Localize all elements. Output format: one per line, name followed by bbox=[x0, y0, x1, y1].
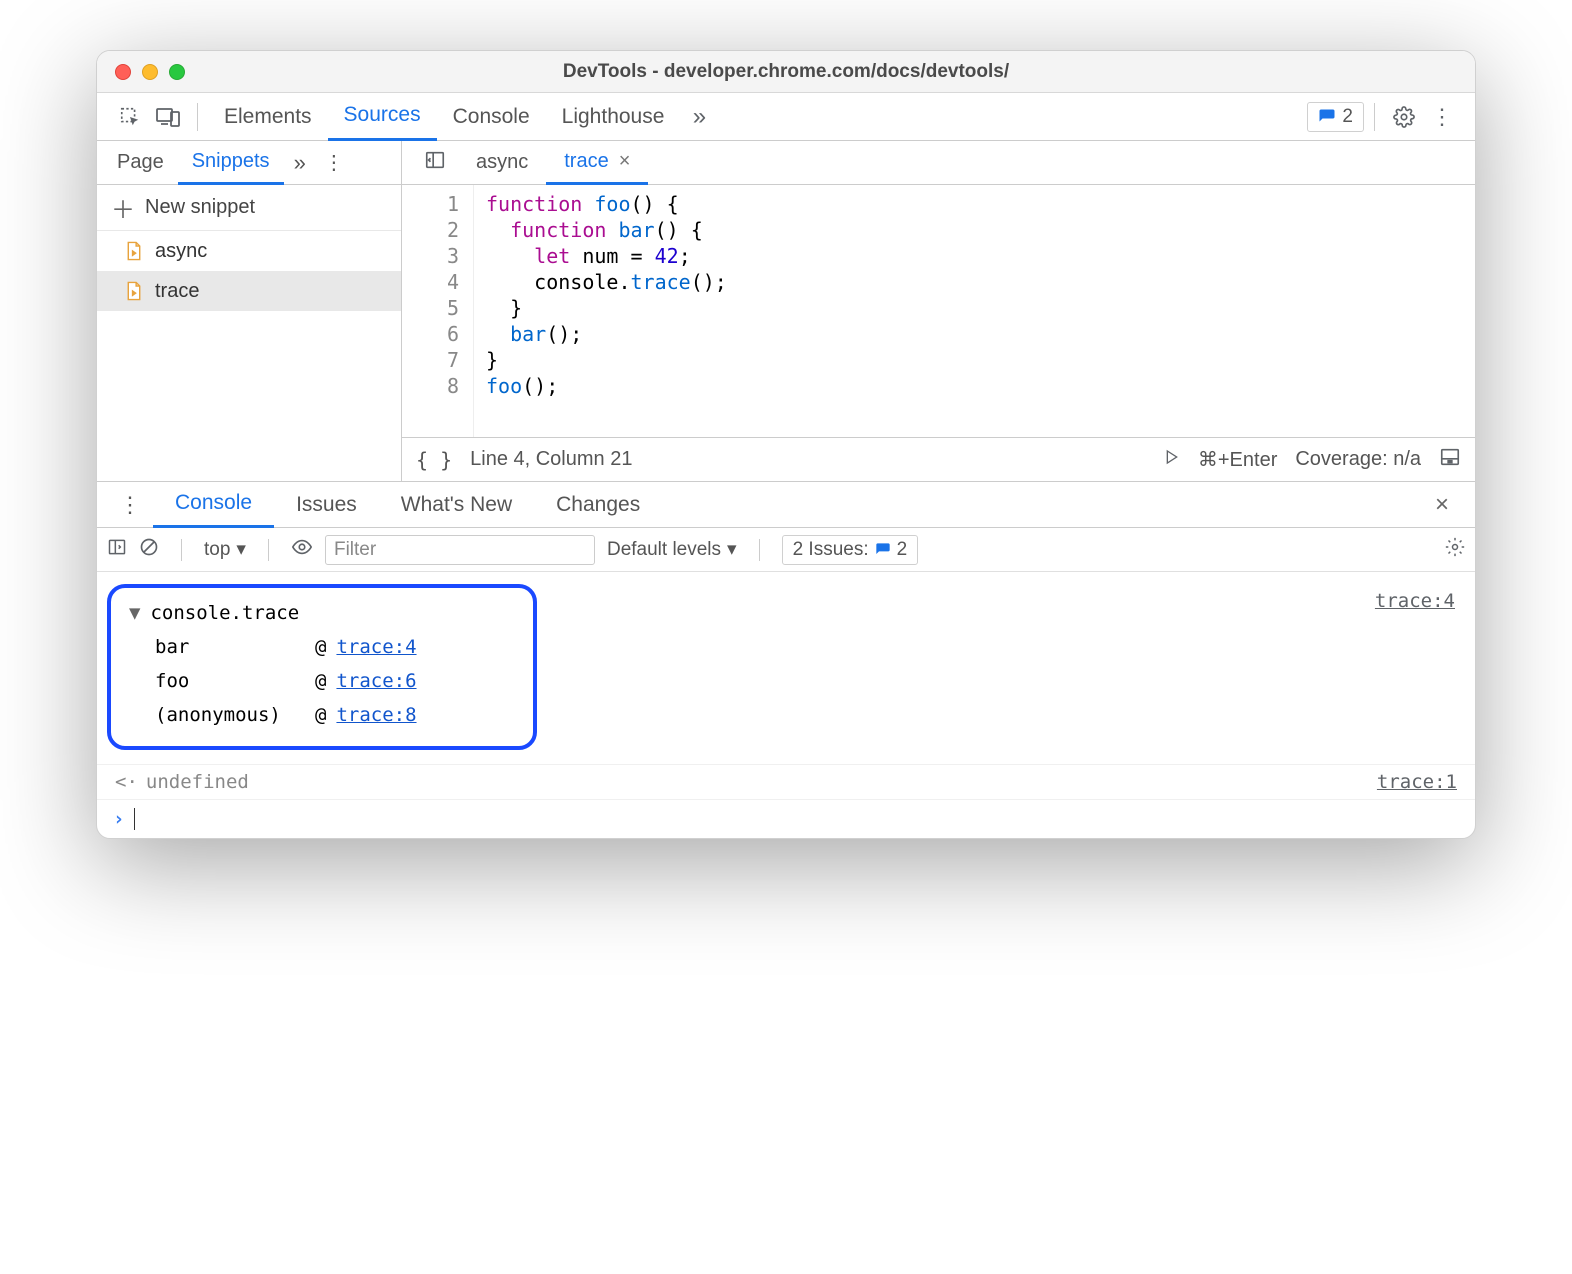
tab-elements[interactable]: Elements bbox=[208, 93, 328, 141]
clear-console-icon[interactable] bbox=[139, 537, 159, 563]
editor-tab[interactable]: async bbox=[458, 141, 546, 185]
snippet-file-icon bbox=[125, 281, 143, 301]
stack-source-link[interactable]: trace:4 bbox=[336, 636, 416, 658]
cursor bbox=[134, 808, 135, 830]
live-expression-icon[interactable] bbox=[291, 536, 313, 564]
caret-down-icon: ▾ bbox=[236, 538, 246, 561]
close-drawer-icon[interactable]: × bbox=[1419, 491, 1465, 519]
kebab-menu-icon[interactable]: ⋮ bbox=[1423, 104, 1461, 130]
prompt-chevron-icon: › bbox=[113, 808, 124, 830]
file-name: async bbox=[155, 240, 207, 263]
drawer: ⋮ Console Issues What's New Changes × to… bbox=[97, 481, 1475, 838]
stack-frame: (anonymous)@ trace:8 bbox=[129, 698, 515, 732]
coverage-label: Coverage: n/a bbox=[1295, 448, 1421, 471]
more-tabs-icon[interactable]: » bbox=[680, 103, 718, 131]
snippet-file-icon bbox=[125, 241, 143, 261]
new-snippet-button[interactable]: ＋ New snippet bbox=[97, 185, 401, 231]
drawer-tab-issues[interactable]: Issues bbox=[274, 482, 379, 528]
sidebar-kebab-icon[interactable]: ⋮ bbox=[316, 150, 352, 175]
close-tab-icon[interactable]: × bbox=[619, 150, 631, 173]
log-levels-selector[interactable]: Default levels ▾ bbox=[607, 538, 737, 561]
caret-down-icon: ▾ bbox=[727, 538, 737, 561]
stack-source-link[interactable]: trace:8 bbox=[336, 704, 416, 726]
tab-sources[interactable]: Sources bbox=[328, 93, 437, 141]
editor-tab[interactable]: trace × bbox=[546, 141, 648, 185]
issues-badge[interactable]: 2 bbox=[1307, 102, 1364, 132]
editor-panel: async trace × 12345678 function foo() { fu… bbox=[402, 141, 1475, 481]
tab-label: async bbox=[476, 151, 528, 174]
stack-fn: bar bbox=[155, 636, 305, 658]
code-body[interactable]: function foo() { function bar() { let nu… bbox=[474, 185, 727, 437]
stack-frame: foo@ trace:6 bbox=[129, 664, 515, 698]
console-prompt[interactable]: › bbox=[97, 800, 1475, 838]
snippet-file-row[interactable]: trace bbox=[97, 271, 401, 311]
trace-header: console.trace bbox=[150, 602, 299, 624]
run-shortcut-label: ⌘+Enter bbox=[1198, 447, 1277, 472]
stack-frame: bar@ trace:4 bbox=[129, 630, 515, 664]
device-toggle-icon[interactable] bbox=[149, 106, 187, 128]
return-value: undefined bbox=[146, 771, 249, 793]
return-arrow-icon: <· bbox=[115, 771, 138, 793]
stack-source-link[interactable]: trace:6 bbox=[336, 670, 416, 692]
drawer-tab-console[interactable]: Console bbox=[153, 482, 274, 528]
sidebar: Page Snippets » ⋮ ＋ New snippet async tra… bbox=[97, 141, 402, 481]
console-sidebar-icon[interactable] bbox=[107, 537, 127, 563]
run-snippet-icon[interactable] bbox=[1164, 448, 1180, 471]
inspect-icon[interactable] bbox=[111, 106, 149, 128]
file-name: trace bbox=[155, 280, 199, 303]
toggle-navigator-icon[interactable] bbox=[412, 149, 458, 177]
drawer-tab-changes[interactable]: Changes bbox=[534, 482, 662, 528]
plus-icon: ＋ bbox=[111, 190, 135, 225]
cursor-position: Line 4, Column 21 bbox=[470, 448, 632, 471]
devtools-window: DevTools - developer.chrome.com/docs/dev… bbox=[96, 50, 1476, 839]
context-selector[interactable]: top ▾ bbox=[204, 538, 246, 561]
main-toolbar: Elements Sources Console Lighthouse » 2 … bbox=[97, 93, 1475, 141]
source-link[interactable]: trace:1 bbox=[1377, 771, 1457, 793]
settings-icon[interactable] bbox=[1385, 106, 1423, 128]
console-toolbar: top ▾ Filter Default levels ▾ 2 Issues: … bbox=[97, 528, 1475, 572]
window-minimize-button[interactable] bbox=[142, 64, 158, 80]
titlebar: DevTools - developer.chrome.com/docs/dev… bbox=[97, 51, 1475, 93]
tab-label: trace bbox=[564, 150, 608, 173]
more-sidebar-tabs-icon[interactable]: » bbox=[284, 150, 316, 176]
console-issues-badge[interactable]: 2 Issues: 2 bbox=[782, 535, 919, 565]
source-link[interactable]: trace:4 bbox=[1375, 572, 1475, 764]
window-title: DevTools - developer.chrome.com/docs/dev… bbox=[97, 61, 1475, 83]
pretty-print-icon[interactable]: { } bbox=[416, 448, 452, 472]
line-gutter: 12345678 bbox=[402, 185, 474, 437]
console-output: ▼ console.trace bar@ trace:4foo@ trace:6… bbox=[97, 572, 1475, 838]
sidebar-tab-snippets[interactable]: Snippets bbox=[178, 141, 284, 185]
window-zoom-button[interactable] bbox=[169, 64, 185, 80]
new-snippet-label: New snippet bbox=[145, 196, 255, 219]
editor-status-bar: { } Line 4, Column 21 ⌘+Enter Coverage: … bbox=[402, 437, 1475, 481]
show-sidebar-icon[interactable] bbox=[1439, 446, 1461, 474]
tab-lighthouse[interactable]: Lighthouse bbox=[546, 93, 681, 141]
collapse-icon[interactable]: ▼ bbox=[129, 602, 140, 624]
stack-fn: foo bbox=[155, 670, 305, 692]
stack-trace-highlight: ▼ console.trace bar@ trace:4foo@ trace:6… bbox=[107, 584, 537, 750]
window-close-button[interactable] bbox=[115, 64, 131, 80]
console-filter-input[interactable]: Filter bbox=[325, 535, 595, 565]
snippet-file-row[interactable]: async bbox=[97, 231, 401, 271]
drawer-tab-whatsnew[interactable]: What's New bbox=[379, 482, 534, 528]
issues-count: 2 bbox=[1342, 106, 1353, 128]
tab-console[interactable]: Console bbox=[437, 93, 546, 141]
sidebar-tab-page[interactable]: Page bbox=[103, 141, 178, 185]
stack-fn: (anonymous) bbox=[155, 704, 305, 726]
drawer-kebab-icon[interactable]: ⋮ bbox=[107, 492, 153, 518]
console-settings-icon[interactable] bbox=[1445, 537, 1465, 563]
